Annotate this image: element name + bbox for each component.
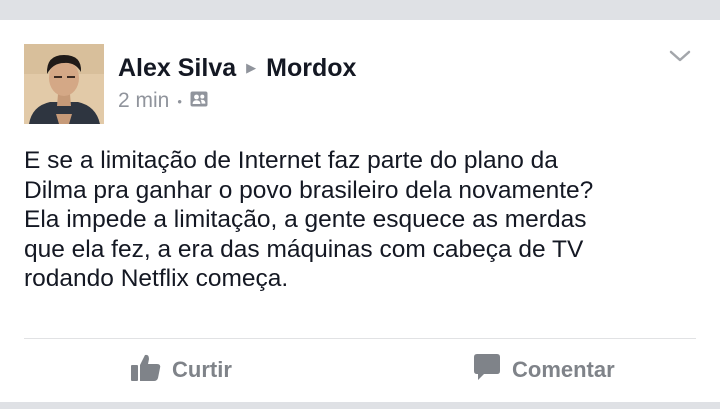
thumbs-up-icon [130,351,162,389]
like-label: Curtir [172,357,232,382]
friends-icon [190,89,208,113]
comment-icon [472,352,502,388]
meta-separator: • [177,93,182,109]
post-text-line: Dilma pra ganhar o povo brasileiro dela … [24,176,594,204]
post-text-line: que ela fez, a era das máquinas com cabe… [24,235,584,263]
post-text-line: E se a limitação de Internet faz parte d… [24,147,558,174]
post-text-line: rodando Netflix começa. [24,265,289,292]
author-name[interactable]: Alex Silva [118,54,236,83]
post-header: Alex Silva ▶ Mordox [118,52,356,84]
comment-button[interactable]: Comentar [472,350,615,390]
post-text-line: Ela impede a limitação, a gente esquece … [24,206,587,233]
timestamp[interactable]: 2 min [118,89,169,113]
target-name[interactable]: Mordox [266,54,356,83]
comment-label: Comentar [512,357,615,382]
divider [24,338,696,339]
post-card: Alex Silva ▶ Mordox 2 min • E se a limit… [0,20,720,402]
avatar[interactable] [24,44,104,124]
avatar-photo [24,44,104,124]
arrow-right-icon: ▶ [246,60,257,75]
post-meta: 2 min • [118,88,208,114]
like-button[interactable]: Curtir [130,350,232,390]
post-text: E se a limitação de Internet faz parte d… [24,146,696,294]
chevron-down-icon[interactable] [667,47,693,65]
